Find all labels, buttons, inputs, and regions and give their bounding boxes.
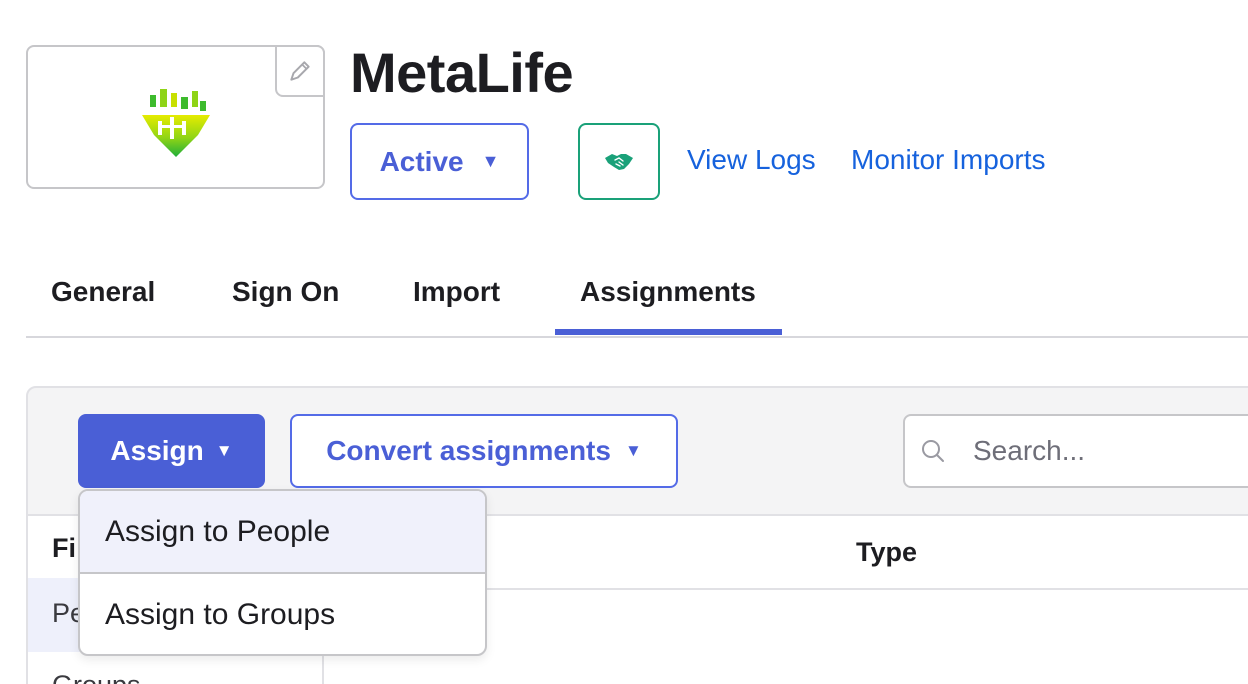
convert-assignments-label: Convert assignments [326, 435, 611, 466]
menu-item-assign-to-people[interactable]: Assign to People [80, 491, 485, 573]
tab-assignments[interactable]: Assignments [580, 276, 756, 308]
active-tab-indicator [555, 329, 782, 335]
pencil-icon [290, 61, 310, 81]
menu-item-assign-to-groups[interactable]: Assign to Groups [80, 574, 485, 654]
caret-down-icon: ▼ [215, 441, 233, 460]
search-field[interactable] [903, 414, 1248, 488]
monitor-imports-link[interactable]: Monitor Imports [851, 144, 1046, 176]
edit-logo-button[interactable] [275, 45, 325, 97]
search-input[interactable] [973, 435, 1248, 467]
tab-bar: General Sign On Import Assignments [26, 262, 1248, 338]
assign-button[interactable]: Assign ▼ [78, 414, 265, 488]
tab-general[interactable]: General [51, 276, 155, 308]
app-logo [142, 89, 210, 157]
app-logo-card [26, 45, 325, 189]
assign-dropdown-menu: Assign to People Assign to Groups [78, 489, 487, 656]
filter-heading: Fi [52, 533, 76, 563]
view-logs-link[interactable]: View Logs [687, 144, 816, 176]
status-label: Active [379, 145, 464, 177]
search-icon [919, 437, 947, 465]
status-dropdown-button[interactable]: Active ▼ [350, 123, 529, 200]
caret-down-icon: ▼ [481, 151, 500, 171]
tab-sign-on[interactable]: Sign On [232, 276, 339, 308]
column-header-type[interactable]: Type [856, 537, 917, 568]
tab-import[interactable]: Import [413, 276, 500, 308]
assign-button-label: Assign [110, 435, 204, 466]
caret-down-icon: ▼ [624, 441, 642, 460]
app-title: MetaLife [350, 41, 574, 104]
convert-assignments-button[interactable]: Convert assignments ▼ [290, 414, 678, 488]
handshake-icon [605, 153, 633, 170]
integration-button[interactable] [578, 123, 660, 200]
filter-item-groups-label[interactable]: Groups [52, 670, 141, 684]
